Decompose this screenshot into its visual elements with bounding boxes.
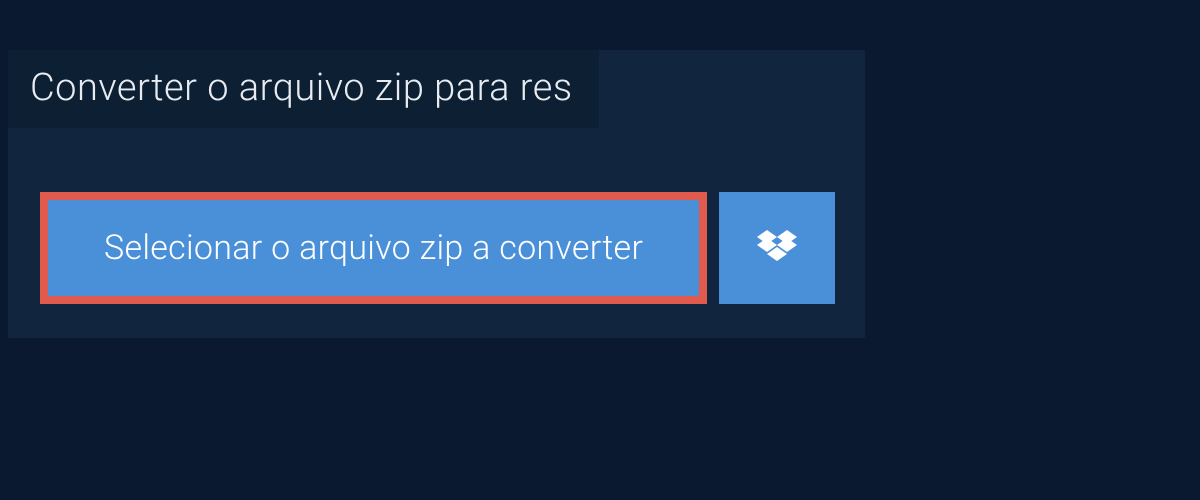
select-file-button-label: Selecionar o arquivo zip a converter xyxy=(104,228,643,268)
page-title: Converter o arquivo zip para res xyxy=(30,66,573,110)
title-bar: Converter o arquivo zip para res xyxy=(8,50,599,128)
select-file-button[interactable]: Selecionar o arquivo zip a converter xyxy=(40,192,707,304)
dropbox-button[interactable] xyxy=(719,192,835,304)
button-row: Selecionar o arquivo zip a converter xyxy=(40,192,835,304)
dropbox-icon xyxy=(757,230,797,266)
